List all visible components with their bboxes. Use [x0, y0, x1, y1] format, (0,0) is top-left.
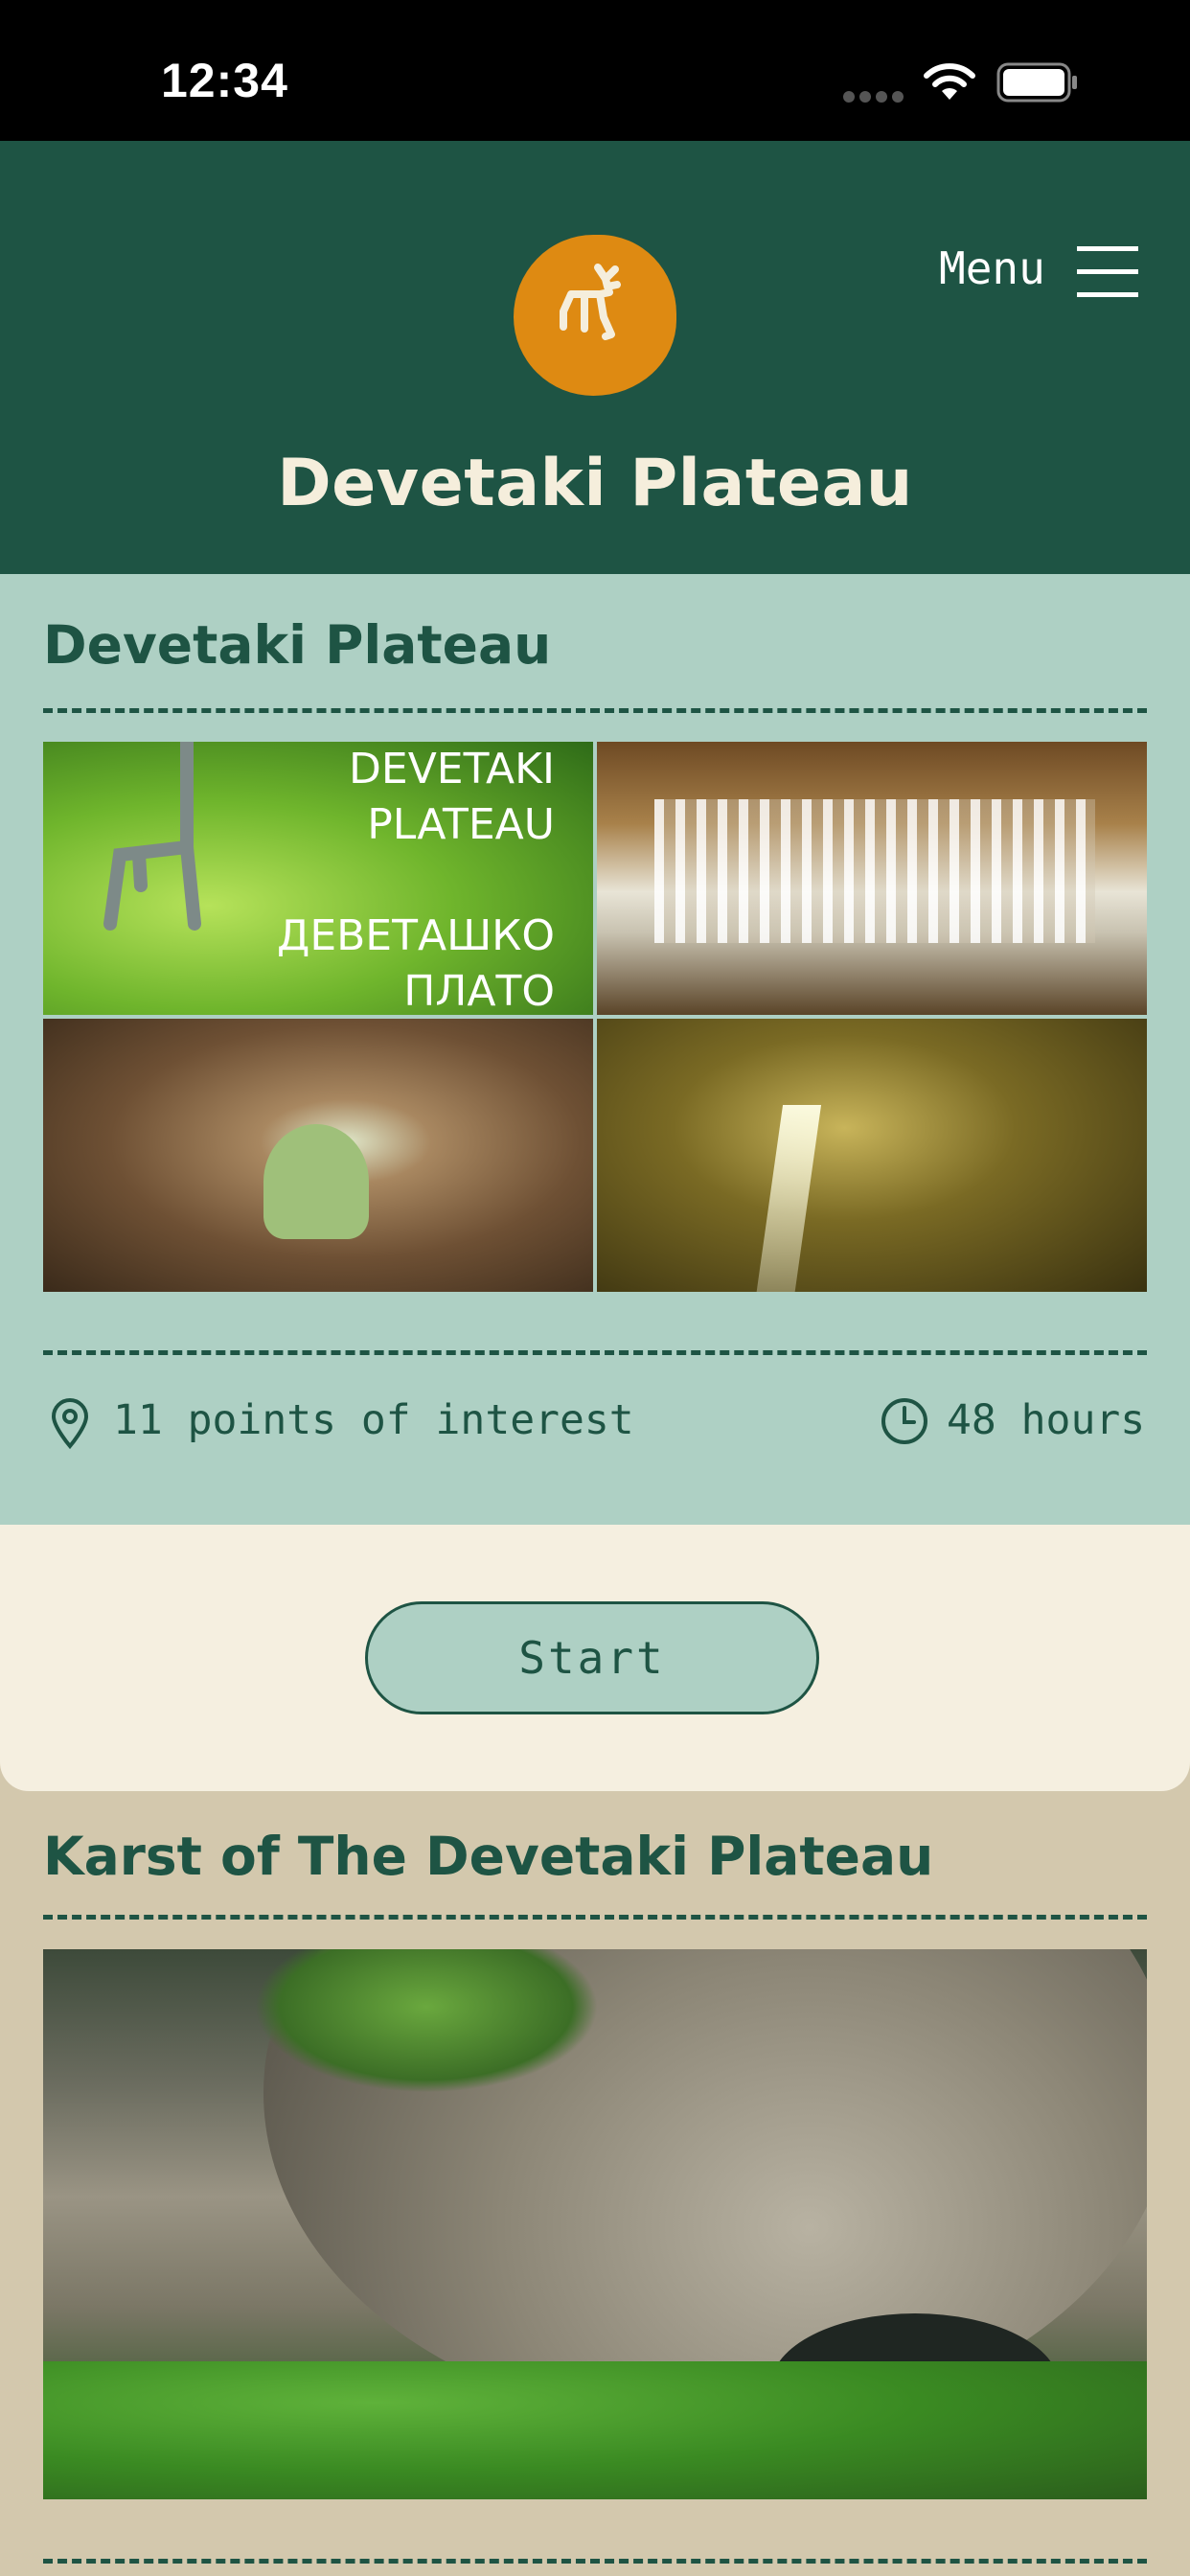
route-card-top: Devetaki Plateau DEVETAKI PLATEAU ДЕВЕТА…: [0, 574, 1190, 1525]
start-button[interactable]: Start: [365, 1601, 819, 1714]
points-of-interest: 11 points of interest: [113, 1396, 634, 1444]
battery-icon: [996, 62, 1077, 103]
divider: [43, 1915, 1147, 1920]
wifi-icon: [924, 63, 975, 100]
cave-foliage: [254, 1949, 599, 2093]
cave-opening: [263, 1124, 369, 1239]
poster-photo: DEVETAKI PLATEAU ДЕВЕТАШКО ПЛАТО: [43, 742, 593, 1015]
status-bar: 12:34: [0, 0, 1190, 141]
cave-light-photo: [597, 1019, 1147, 1292]
divider: [43, 1350, 1147, 1355]
app-header: Menu Devetaki Plateau: [0, 141, 1190, 574]
divider: [43, 708, 1147, 713]
waterfall-cascade: [654, 799, 1095, 943]
hamburger-menu-icon[interactable]: [1077, 244, 1138, 300]
deer-statue-icon: [103, 742, 201, 931]
route-duration: 48 hours: [947, 1396, 1146, 1444]
route-title[interactable]: Devetaki Plateau: [43, 614, 551, 676]
signal-dots-icon: [843, 88, 908, 106]
divider: [43, 2559, 1147, 2564]
poster-text: DEVETAKI PLATEAU ДЕВЕТАШКО ПЛАТО: [276, 745, 555, 1015]
waterfall-photo: [597, 742, 1147, 1015]
menu-label[interactable]: Menu: [939, 242, 1045, 294]
status-time: 12:34: [161, 54, 288, 107]
clock-icon: [881, 1398, 927, 1444]
karst-title[interactable]: Karst of The Devetaki Plateau: [43, 1826, 933, 1887]
route-photo-grid[interactable]: DEVETAKI PLATEAU ДЕВЕТАШКО ПЛАТО: [43, 742, 1147, 1292]
location-pin-icon: [51, 1398, 89, 1450]
cave-grass: [43, 2361, 1147, 2499]
page-title: Devetaki Plateau: [277, 446, 913, 521]
deer-logo-icon[interactable]: [514, 235, 676, 396]
light-beam: [755, 1105, 822, 1292]
cave-arches-photo: [43, 1019, 593, 1292]
route-card[interactable]: Devetaki Plateau DEVETAKI PLATEAU ДЕВЕТА…: [0, 574, 1190, 1791]
karst-cave-photo[interactable]: [43, 1949, 1147, 2499]
